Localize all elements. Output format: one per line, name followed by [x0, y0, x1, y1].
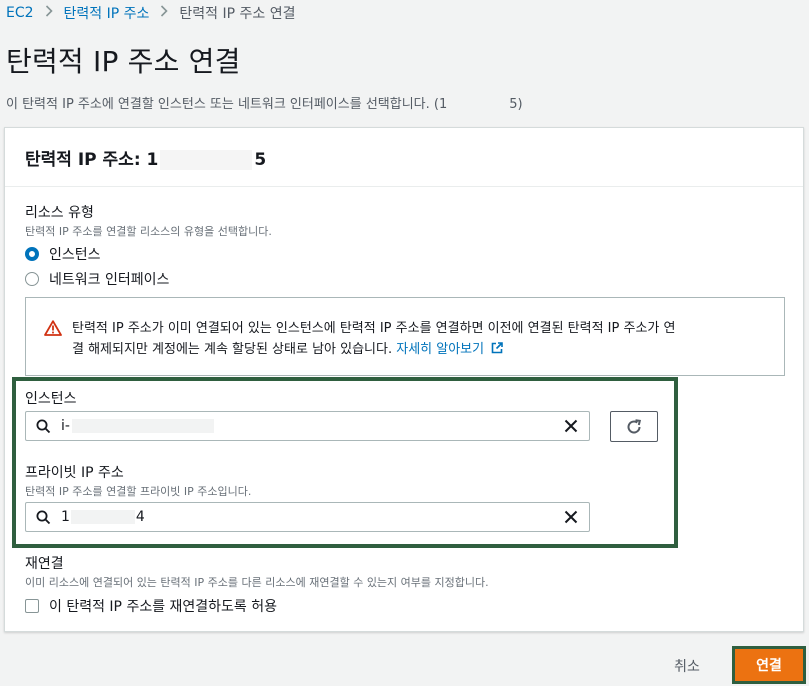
radio-network-interface-label: 네트워크 인터페이스 [49, 271, 170, 288]
connect-button[interactable]: 연결 [732, 646, 806, 684]
learn-more-label: 자세히 알아보기 [396, 342, 485, 357]
refresh-button[interactable] [610, 411, 658, 442]
warning-text-line1: 탄력적 IP 주소가 이미 연결되어 있는 인스턴스에 탄력적 IP 주소를 연… [72, 321, 676, 336]
redacted-ip [160, 150, 253, 170]
private-ip-hint: 탄력적 IP 주소를 연결할 프라이빗 IP 주소입니다. [25, 485, 252, 498]
warning-icon [44, 320, 62, 375]
warning-text: 탄력적 IP 주소가 이미 연결되어 있는 인스턴스에 탄력적 IP 주소를 연… [72, 318, 675, 375]
private-ip-value-prefix: 1 [61, 509, 70, 525]
private-ip-section: 프라이빗 IP 주소 탄력적 IP 주소를 연결할 프라이빗 IP 주소입니다. [25, 462, 251, 499]
instance-value-text: i- [61, 418, 70, 434]
instance-search-input[interactable]: i- [25, 411, 590, 441]
card-header-text: 탄력적 IP 주소: 1 [25, 150, 159, 170]
instance-value: i- [61, 418, 214, 434]
page-description-suffix: 5) [509, 97, 523, 112]
chevron-right-icon [160, 5, 169, 21]
reassociate-checkbox-label: 이 탄력적 IP 주소를 재연결하도록 허용 [49, 599, 278, 615]
radio-unchecked-icon[interactable] [25, 271, 39, 286]
private-ip-value-suffix: 4 [135, 509, 145, 525]
page-description-text: 이 탄력적 IP 주소에 연결할 인스턴스 또는 네트워크 인터페이스를 선택합… [6, 97, 448, 112]
private-ip-label: 프라이빗 IP 주소 [25, 465, 124, 481]
resource-type-hint: 탄력적 IP 주소를 연결할 리소스의 유형을 선택합니다. [25, 225, 272, 238]
page-description: 이 탄력적 IP 주소에 연결할 인스턴스 또는 네트워크 인터페이스를 선택합… [6, 93, 523, 112]
resource-type-label: 리소스 유형 [25, 205, 94, 221]
clear-icon[interactable] [563, 509, 579, 529]
breadcrumb: EC2 탄력적 IP 주소 탄력적 IP 주소 연결 [6, 3, 296, 23]
breadcrumb-current: 탄력적 IP 주소 연결 [179, 6, 296, 22]
external-link-icon [487, 342, 504, 358]
breadcrumb-elastic-ip[interactable]: 탄력적 IP 주소 [64, 3, 150, 23]
learn-more-link[interactable]: 자세히 알아보기 [396, 342, 504, 358]
chevron-right-icon [45, 5, 53, 21]
reassociate-checkbox[interactable] [25, 599, 39, 613]
radio-network-interface[interactable]: 네트워크 인터페이스 [25, 266, 272, 291]
private-ip-value: 14 [61, 509, 145, 525]
redacted-instance-id [71, 419, 214, 433]
warning-alert: 탄력적 IP 주소가 이미 연결되어 있는 인스턴스에 탄력적 IP 주소를 연… [25, 297, 785, 376]
card-header-suffix: 5 [254, 150, 267, 170]
search-icon [36, 419, 51, 434]
radio-instance[interactable]: 인스턴스 [25, 241, 272, 266]
redacted-private-ip [70, 510, 135, 524]
reassociate-label: 재연결 [25, 556, 64, 572]
page-title: 탄력적 IP 주소 연결 [6, 45, 241, 78]
refresh-icon [625, 418, 643, 436]
warning-text-line2: 결 해제되지만 계정에는 계속 할당된 상태로 남아 있습니다. [72, 342, 397, 357]
private-ip-input[interactable]: 14 [25, 502, 590, 532]
reassociate-section: 재연결 이미 리소스에 연결되어 있는 탄력적 IP 주소를 다른 리소스에 재… [25, 553, 489, 616]
associate-card: 탄력적 IP 주소: 1 5 리소스 유형 탄력적 IP 주소를 연결할 리소스의… [4, 127, 804, 632]
clear-icon[interactable] [563, 418, 579, 438]
radio-checked-icon[interactable] [25, 246, 39, 261]
reassociate-hint: 이미 리소스에 연결되어 있는 탄력적 IP 주소를 다른 리소스에 재연결할 … [25, 576, 489, 589]
resource-type-section: 리소스 유형 탄력적 IP 주소를 연결할 리소스의 유형을 선택합니다. 인스… [25, 202, 272, 291]
card-header: 탄력적 IP 주소: 1 5 [5, 128, 803, 187]
redacted-ip [447, 97, 510, 112]
breadcrumb-ec2[interactable]: EC2 [6, 5, 34, 21]
connect-button-label: 연결 [756, 658, 782, 674]
radio-instance-label: 인스턴스 [49, 246, 101, 263]
reassociate-checkbox-row[interactable]: 이 탄력적 IP 주소를 재연결하도록 허용 [25, 596, 489, 616]
search-icon [36, 510, 51, 525]
cancel-button[interactable]: 취소 [657, 651, 717, 681]
instance-label: 인스턴스 [25, 391, 77, 407]
